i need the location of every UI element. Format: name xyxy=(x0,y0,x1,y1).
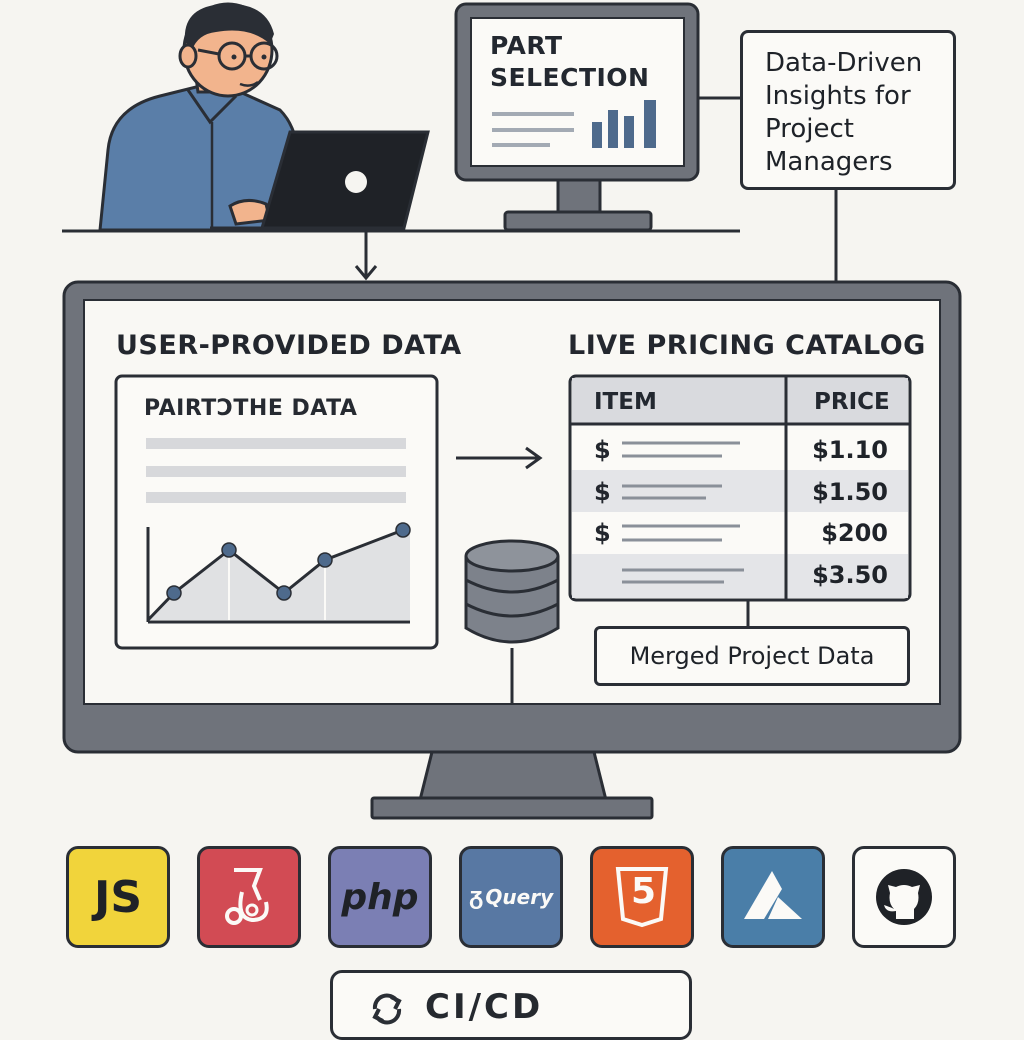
github-icon xyxy=(852,846,956,948)
bar-chart-icon xyxy=(592,100,656,148)
insight-line: Insights for xyxy=(765,81,911,111)
row-symbol: $ xyxy=(594,519,611,547)
html5-icon: 5 xyxy=(590,846,694,948)
row-price: $200 xyxy=(821,519,888,547)
azure-icon xyxy=(721,846,825,948)
row-price: $3.50 xyxy=(812,561,888,589)
php-icon: php xyxy=(328,846,432,948)
javascript-icon: JS xyxy=(66,846,170,948)
html5-label: 5 xyxy=(631,871,657,912)
row-price: $1.10 xyxy=(812,436,888,464)
jquery-swoosh-icon: ᵹ xyxy=(468,883,484,910)
github-glyph xyxy=(876,869,932,925)
jquery-label: Query xyxy=(485,885,554,909)
insight-line: Managers xyxy=(765,147,893,177)
catalog-title: LIVE PRICING CATALOG xyxy=(568,330,926,361)
title-line-1: PART xyxy=(490,31,563,60)
row-price: $1.50 xyxy=(812,478,888,506)
insight-line: Data-Driven xyxy=(765,48,923,78)
part-selection-title: PART SELECTION xyxy=(490,30,649,94)
merged-project-data-box: Merged Project Data xyxy=(594,626,910,686)
user-data-card-title: PAIRTƆTHE DATA xyxy=(144,396,358,421)
table-header-item: ITEM xyxy=(594,389,657,415)
database-icon xyxy=(464,539,560,644)
jest-glyph xyxy=(225,868,269,925)
insights-box: Data-Driven Insights for Project Manager… xyxy=(740,30,956,190)
row-symbol: $ xyxy=(594,436,611,464)
js-label: JS xyxy=(93,871,143,923)
refresh-icon xyxy=(372,993,402,1025)
php-label: php xyxy=(341,876,419,918)
row-symbol: $ xyxy=(594,478,611,506)
jest-icon xyxy=(197,846,301,948)
title-line-2: SELECTION xyxy=(490,63,650,92)
table-header-price: PRICE xyxy=(814,389,890,415)
cicd-box: CI/CD xyxy=(330,970,692,1040)
jquery-icon: ᵹ Query xyxy=(459,846,563,948)
insight-line: Project xyxy=(765,114,854,144)
cicd-label: CI/CD xyxy=(425,987,544,1027)
azure-glyph xyxy=(744,871,802,919)
user-data-title: USER-PROVIDED DATA xyxy=(116,330,462,361)
person-illustration xyxy=(98,2,300,232)
